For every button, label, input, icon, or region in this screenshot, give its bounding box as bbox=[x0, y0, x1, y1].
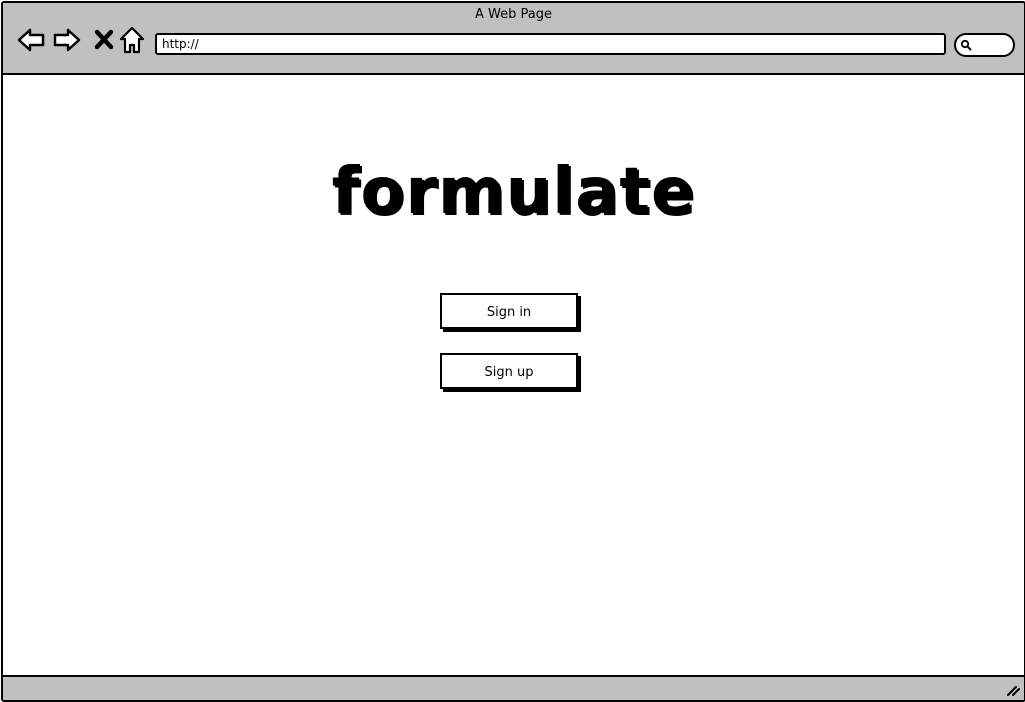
home-icon[interactable] bbox=[117, 25, 147, 55]
window-title: A Web Page bbox=[475, 7, 552, 22]
address-bar[interactable]: http:// bbox=[155, 33, 946, 55]
browser-toolbar: A Web Page http:// bbox=[3, 3, 1024, 75]
status-bar bbox=[3, 675, 1024, 700]
back-arrow-icon[interactable] bbox=[16, 25, 46, 55]
close-icon[interactable] bbox=[89, 25, 119, 55]
sign-in-button[interactable]: Sign in bbox=[440, 293, 578, 329]
sign-up-button[interactable]: Sign up bbox=[440, 353, 578, 389]
logo-text: formulate bbox=[331, 155, 696, 229]
resize-grip-icon[interactable] bbox=[1004, 681, 1020, 697]
browser-window: A Web Page http:// formulate Sign in Sig… bbox=[1, 1, 1025, 702]
page-content: formulate Sign in Sign up bbox=[3, 75, 1024, 675]
forward-arrow-icon[interactable] bbox=[52, 25, 82, 55]
search-icon bbox=[960, 39, 972, 51]
search-input[interactable] bbox=[954, 33, 1015, 57]
